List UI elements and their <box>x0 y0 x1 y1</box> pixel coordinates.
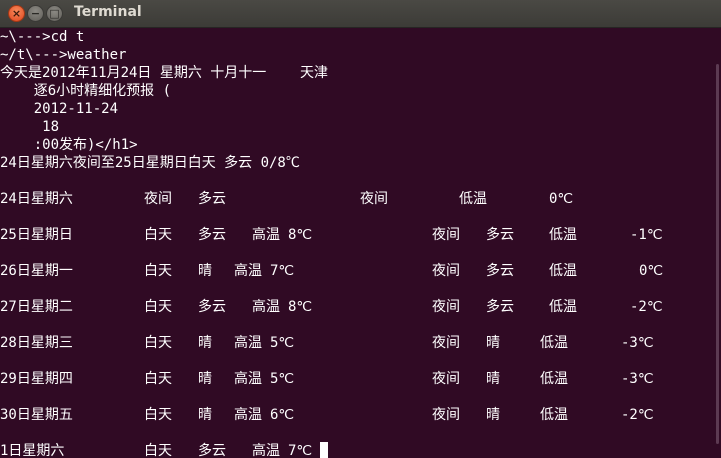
forecast-period: 白天 <box>144 263 172 279</box>
forecast-weather: 晴 <box>198 407 212 423</box>
forecast-date: 27日星期二 <box>0 299 73 315</box>
window-title: Terminal <box>74 4 142 20</box>
forecast-day-temp-label: 高温 <box>234 263 262 279</box>
terminal-line: ~/t\--->weather <box>0 47 127 63</box>
forecast-weather: 晴 <box>198 371 212 387</box>
forecast-weather: 多云 <box>198 227 226 243</box>
forecast-weather: 多云 <box>198 443 226 458</box>
title-bar[interactable]: × − □ Terminal <box>0 0 721 28</box>
forecast-period: 白天 <box>144 371 172 387</box>
terminal-line: 今天是2012年11月24日 星期六 十月十一 天津 <box>0 65 329 81</box>
forecast-day-temp-label: 高温 <box>234 407 262 423</box>
close-button[interactable]: × <box>8 5 25 22</box>
forecast-night-temp: 0℃ <box>549 191 574 207</box>
terminal-line: 2012-11-24 <box>0 101 119 117</box>
forecast-night-temp-label: 低温 <box>540 371 568 387</box>
minimize-button[interactable]: − <box>27 5 44 22</box>
forecast-day-temp: 7℃ <box>288 443 313 458</box>
terminal-line: 24日星期六夜间至25日星期日白天 多云 0/8℃ <box>0 155 300 171</box>
forecast-weather: 多云 <box>198 191 226 207</box>
forecast-night-weather: 晴 <box>486 407 500 423</box>
forecast-day-temp-label: 高温 <box>252 227 280 243</box>
forecast-night-temp-label: 低温 <box>549 227 577 243</box>
maximize-button[interactable]: □ <box>46 5 63 22</box>
forecast-day-temp-label: 高温 <box>234 371 262 387</box>
forecast-night-temp: -3℃ <box>621 371 654 387</box>
scrollbar-thumb[interactable] <box>716 64 719 444</box>
terminal-scrollbar[interactable] <box>712 28 721 458</box>
forecast-day-temp: 7℃ <box>270 263 295 279</box>
forecast-night-temp-label: 低温 <box>549 263 577 279</box>
forecast-night-temp-label: 低温 <box>459 191 487 207</box>
forecast-date: 26日星期一 <box>0 263 73 279</box>
forecast-weather: 晴 <box>198 263 212 279</box>
forecast-night-weather: 晴 <box>486 371 500 387</box>
forecast-day-temp: 8℃ <box>288 227 313 243</box>
forecast-date: 28日星期三 <box>0 335 73 351</box>
forecast-night-temp: 0℃ <box>639 263 664 279</box>
terminal-window: × − □ Terminal ~\--->cd t ~/t\--->weathe… <box>0 0 721 458</box>
forecast-day-temp: 5℃ <box>270 371 295 387</box>
forecast-period: 夜间 <box>144 191 172 207</box>
forecast-night-period: 夜间 <box>432 371 460 387</box>
forecast-period: 白天 <box>144 443 172 458</box>
forecast-night-temp: -2℃ <box>630 299 663 315</box>
forecast-day-temp-label: 高温 <box>252 443 280 458</box>
forecast-period: 白天 <box>144 299 172 315</box>
forecast-day-temp: 8℃ <box>288 299 313 315</box>
terminal-line: ~\--->cd t <box>0 29 85 45</box>
terminal-output[interactable]: ~\--->cd t ~/t\--->weather 今天是2012年11月24… <box>0 28 712 458</box>
forecast-day-temp: 6℃ <box>270 407 295 423</box>
forecast-night-period: 夜间 <box>432 335 460 351</box>
terminal-cursor <box>316 442 328 458</box>
forecast-date: 1日星期六 <box>0 443 65 458</box>
forecast-date: 29日星期四 <box>0 371 73 387</box>
forecast-day-temp: 5℃ <box>270 335 295 351</box>
forecast-night-temp-label: 低温 <box>549 299 577 315</box>
forecast-period: 白天 <box>144 335 172 351</box>
forecast-period: 白天 <box>144 227 172 243</box>
forecast-night-weather: 多云 <box>486 299 514 315</box>
forecast-date: 24日星期六 <box>0 191 73 207</box>
forecast-night-temp: -3℃ <box>621 335 654 351</box>
forecast-night-period: 夜间 <box>432 263 460 279</box>
forecast-night-weather: 晴 <box>486 335 500 351</box>
forecast-night-temp: -2℃ <box>621 407 654 423</box>
terminal-line: :00发布)</h1> <box>0 137 138 153</box>
forecast-date: 30日星期五 <box>0 407 73 423</box>
forecast-night-temp: -1℃ <box>630 227 663 243</box>
forecast-night-temp-label: 低温 <box>540 407 568 423</box>
forecast-night-weather: 多云 <box>486 227 514 243</box>
forecast-weather: 多云 <box>198 299 226 315</box>
forecast-night-period: 夜间 <box>432 299 460 315</box>
forecast-date: 25日星期日 <box>0 227 73 243</box>
forecast-night-weather: 多云 <box>486 263 514 279</box>
forecast-night-period: 夜间 <box>432 407 460 423</box>
forecast-night-temp-label: 低温 <box>540 335 568 351</box>
forecast-day-temp-label: 高温 <box>252 299 280 315</box>
forecast-night-period: 夜间 <box>360 191 388 207</box>
forecast-weather: 晴 <box>198 335 212 351</box>
terminal-line: 逐6小时精细化预报 ( <box>0 83 172 99</box>
forecast-day-temp-label: 高温 <box>234 335 262 351</box>
terminal-line: 18 <box>0 119 60 135</box>
forecast-period: 白天 <box>144 407 172 423</box>
forecast-night-period: 夜间 <box>432 227 460 243</box>
